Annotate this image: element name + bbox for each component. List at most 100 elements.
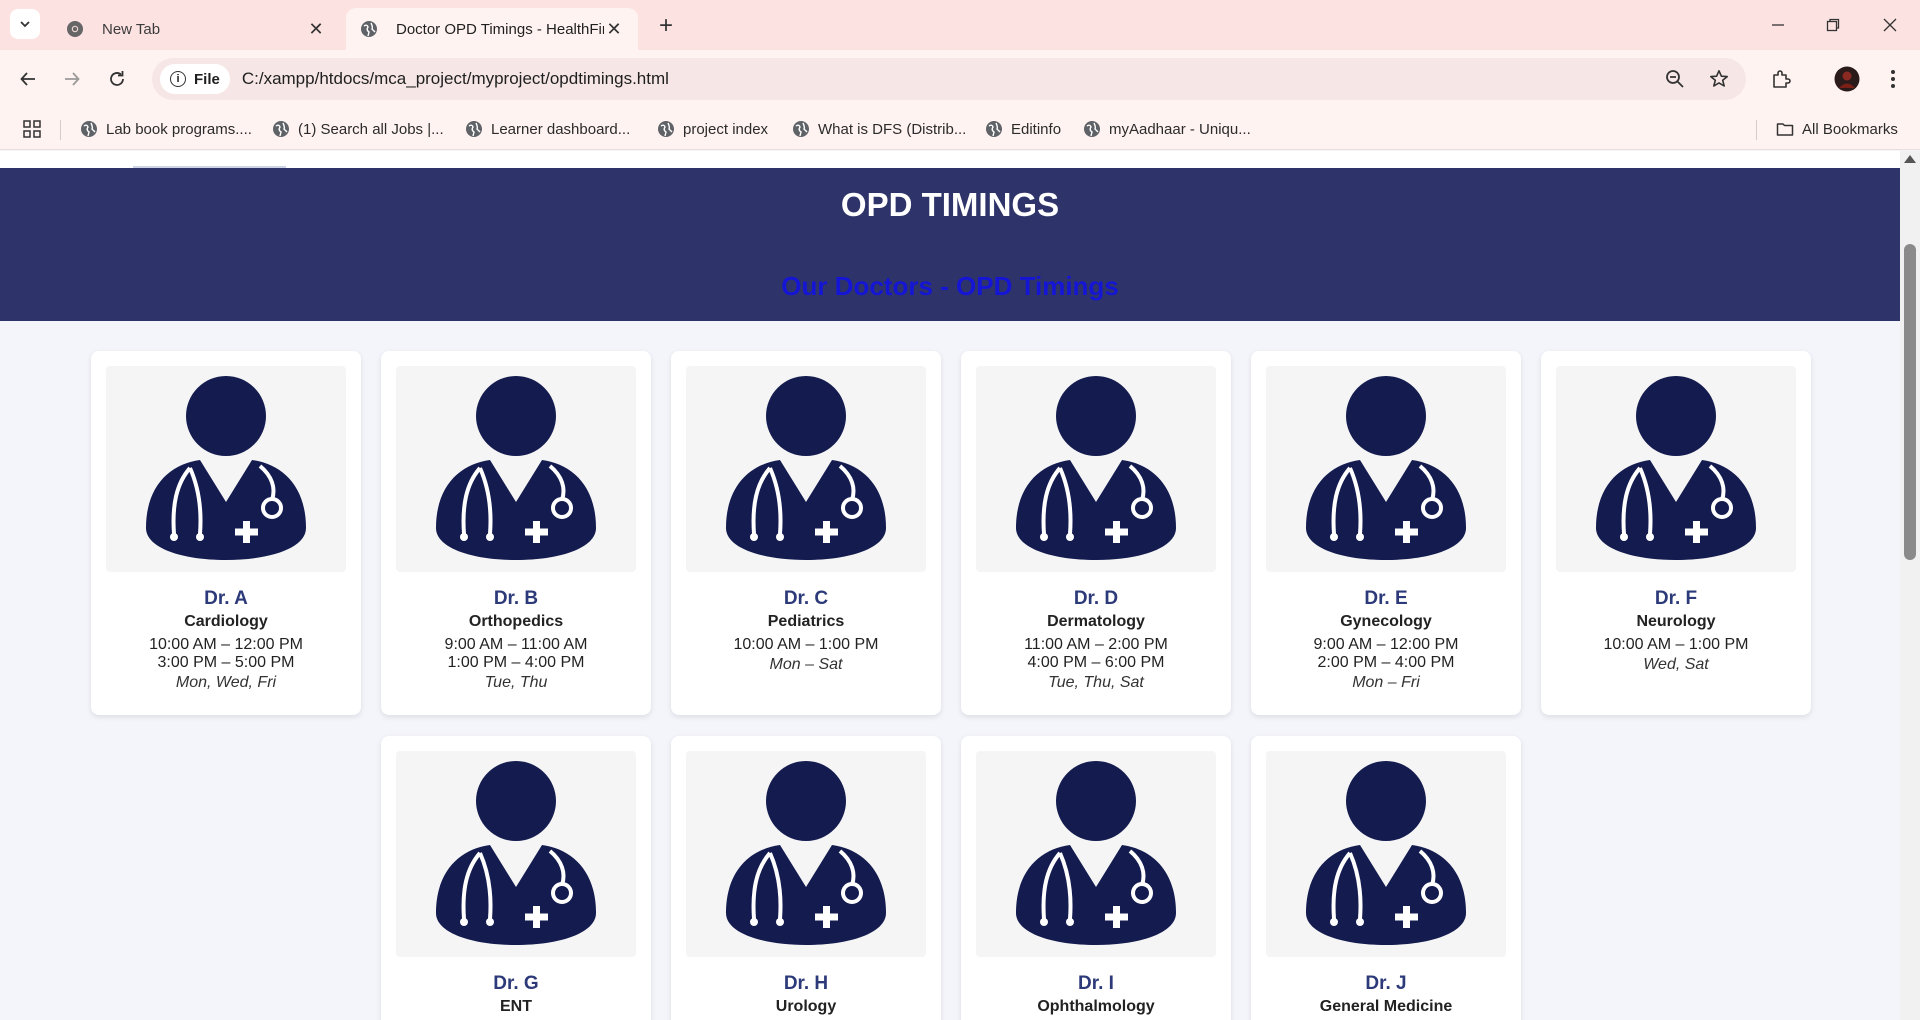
opd-days: Mon, Wed, Fri (175, 674, 277, 691)
doctor-avatar-icon (726, 376, 886, 560)
doctor-department: General Medicine (1319, 998, 1453, 1015)
close-icon[interactable]: ✕ (306, 19, 326, 39)
restore-icon (1826, 18, 1840, 32)
tab-title: New Tab (102, 20, 161, 38)
doctor-card: Dr. G ENT (381, 736, 651, 1020)
doctor-department: Pediatrics (767, 613, 845, 630)
doctor-name: Dr. G (493, 973, 539, 994)
bookmark-label: project index (683, 120, 769, 138)
url-text[interactable]: C:/xampp/htdocs/mca_project/myproject/op… (242, 69, 669, 89)
minimize-button[interactable] (1763, 10, 1793, 40)
profile-avatar[interactable] (1831, 63, 1863, 95)
browser-menu-button[interactable] (1877, 63, 1909, 95)
bookmark-label: myAadhaar - Uniqu... (1109, 120, 1251, 138)
bookmark-item[interactable]: project index (657, 118, 768, 140)
site-info-chip[interactable]: i File (160, 64, 230, 94)
doctor-department: Urology (775, 998, 837, 1015)
doctor-photo (1556, 366, 1796, 572)
zoom-button[interactable] (1664, 68, 1686, 90)
restore-button[interactable] (1818, 10, 1848, 40)
reload-button[interactable] (101, 63, 133, 95)
new-tab-button[interactable]: + (652, 12, 680, 40)
doctor-department: Orthopedics (468, 613, 564, 630)
doctor-photo (976, 751, 1216, 957)
doctor-name: Dr. A (204, 588, 248, 609)
doctor-avatar-icon (1596, 376, 1756, 560)
star-icon (1710, 70, 1728, 87)
back-button[interactable] (12, 63, 44, 95)
tab-search-button[interactable] (10, 9, 40, 39)
doctor-photo (396, 751, 636, 957)
address-bar[interactable]: i File C:/xampp/htdocs/mca_project/mypro… (152, 58, 1746, 100)
forward-button[interactable] (56, 63, 88, 95)
opd-days: Tue, Thu (484, 674, 548, 691)
doctor-photo (686, 751, 926, 957)
doctor-name: Dr. E (1364, 588, 1408, 609)
site-chip-label: File (194, 70, 220, 88)
bookmark-item[interactable]: Lab book programs.... (80, 118, 252, 140)
info-icon: i (170, 71, 186, 87)
doctor-name: Dr. C (783, 588, 829, 609)
doctor-card: Dr. D Dermatology 11:00 AM – 2:00 PM 4:00 P… (961, 351, 1231, 715)
doctor-card: Dr. H Urology (671, 736, 941, 1020)
doctor-avatar-icon (1306, 376, 1466, 560)
bookmark-item[interactable]: Editinfo (985, 118, 1061, 140)
arrow-right-icon (65, 72, 80, 86)
doctor-avatar-icon (146, 376, 306, 560)
apps-grid-icon[interactable] (22, 119, 42, 139)
chrome-icon (67, 21, 83, 37)
arrow-left-icon (20, 72, 35, 86)
globe-icon (1084, 121, 1100, 137)
bookmarks-divider (1756, 120, 1757, 140)
globe-icon (658, 121, 674, 137)
bookmark-label: Lab book programs.... (106, 120, 252, 138)
minimize-icon (1772, 24, 1784, 26)
puzzle-icon (1773, 70, 1791, 88)
doctor-photo (976, 366, 1216, 572)
doctor-department: Cardiology (184, 613, 268, 630)
close-icon (1883, 18, 1897, 32)
bookmark-star-button[interactable] (1708, 68, 1730, 90)
bookmark-item[interactable]: (1) Search all Jobs |... (272, 118, 444, 140)
all-bookmarks-button[interactable]: All Bookmarks (1776, 118, 1898, 140)
doctor-name: Dr. D (1073, 588, 1119, 609)
doctor-photo (1266, 366, 1506, 572)
globe-icon (273, 121, 289, 137)
bookmark-label: Learner dashboard... (491, 120, 631, 138)
opd-time-slot: 10:00 AM – 1:00 PM (733, 636, 879, 653)
doctor-department: Neurology (1636, 613, 1716, 630)
doctor-name: Dr. H (783, 973, 829, 994)
opd-days: Mon – Sat (769, 656, 843, 673)
extensions-button[interactable] (1765, 63, 1797, 95)
bookmarks-divider (60, 120, 61, 140)
close-window-button[interactable] (1875, 10, 1905, 40)
globe-icon (361, 21, 377, 37)
doctor-avatar-icon (1306, 761, 1466, 945)
close-icon[interactable]: ✕ (604, 19, 624, 39)
opd-time-slot: 11:00 AM – 2:00 PM (1024, 636, 1168, 653)
folder-icon (1776, 123, 1794, 136)
tab-doctor-opd-timings[interactable]: Doctor OPD Timings - HealthFirst ✕ (346, 8, 638, 50)
bookmark-item[interactable]: myAadhaar - Uniqu... (1083, 118, 1251, 140)
bookmark-label: Editinfo (1011, 120, 1062, 138)
bookmark-item[interactable]: Learner dashboard... (465, 118, 630, 140)
doctor-photo (106, 366, 346, 572)
page-hero: OPD TIMINGS Our Doctors - OPD Timings (0, 168, 1900, 321)
scroll-up-arrow-icon[interactable] (1904, 155, 1916, 163)
opd-time-slot: 3:00 PM – 5:00 PM (157, 654, 295, 671)
opd-time-slot: 10:00 AM – 1:00 PM (1603, 636, 1749, 653)
bookmark-item[interactable]: What is DFS (Distrib... (792, 118, 966, 140)
opd-time-slot: 2:00 PM – 4:00 PM (1317, 654, 1455, 671)
tab-strip: New Tab ✕ Doctor OPD Timings - HealthFir… (0, 0, 1920, 50)
scrollbar-thumb[interactable] (1904, 244, 1916, 560)
globe-icon (986, 121, 1002, 137)
doctor-department: Dermatology (1047, 613, 1145, 630)
doctor-avatar-icon (436, 761, 596, 945)
tab-new-tab[interactable]: New Tab ✕ (52, 8, 340, 50)
page-scrollbar[interactable] (1900, 151, 1920, 1020)
doctor-avatar-icon (1016, 376, 1176, 560)
chevron-down-icon (20, 21, 30, 28)
opd-time-slot: 9:00 AM – 12:00 PM (1313, 636, 1459, 653)
page-viewport: OPD TIMINGS Our Doctors - OPD Timings Dr… (0, 151, 1900, 1020)
doctor-card: Dr. B Orthopedics 9:00 AM – 11:00 AM 1:00 P… (381, 351, 651, 715)
